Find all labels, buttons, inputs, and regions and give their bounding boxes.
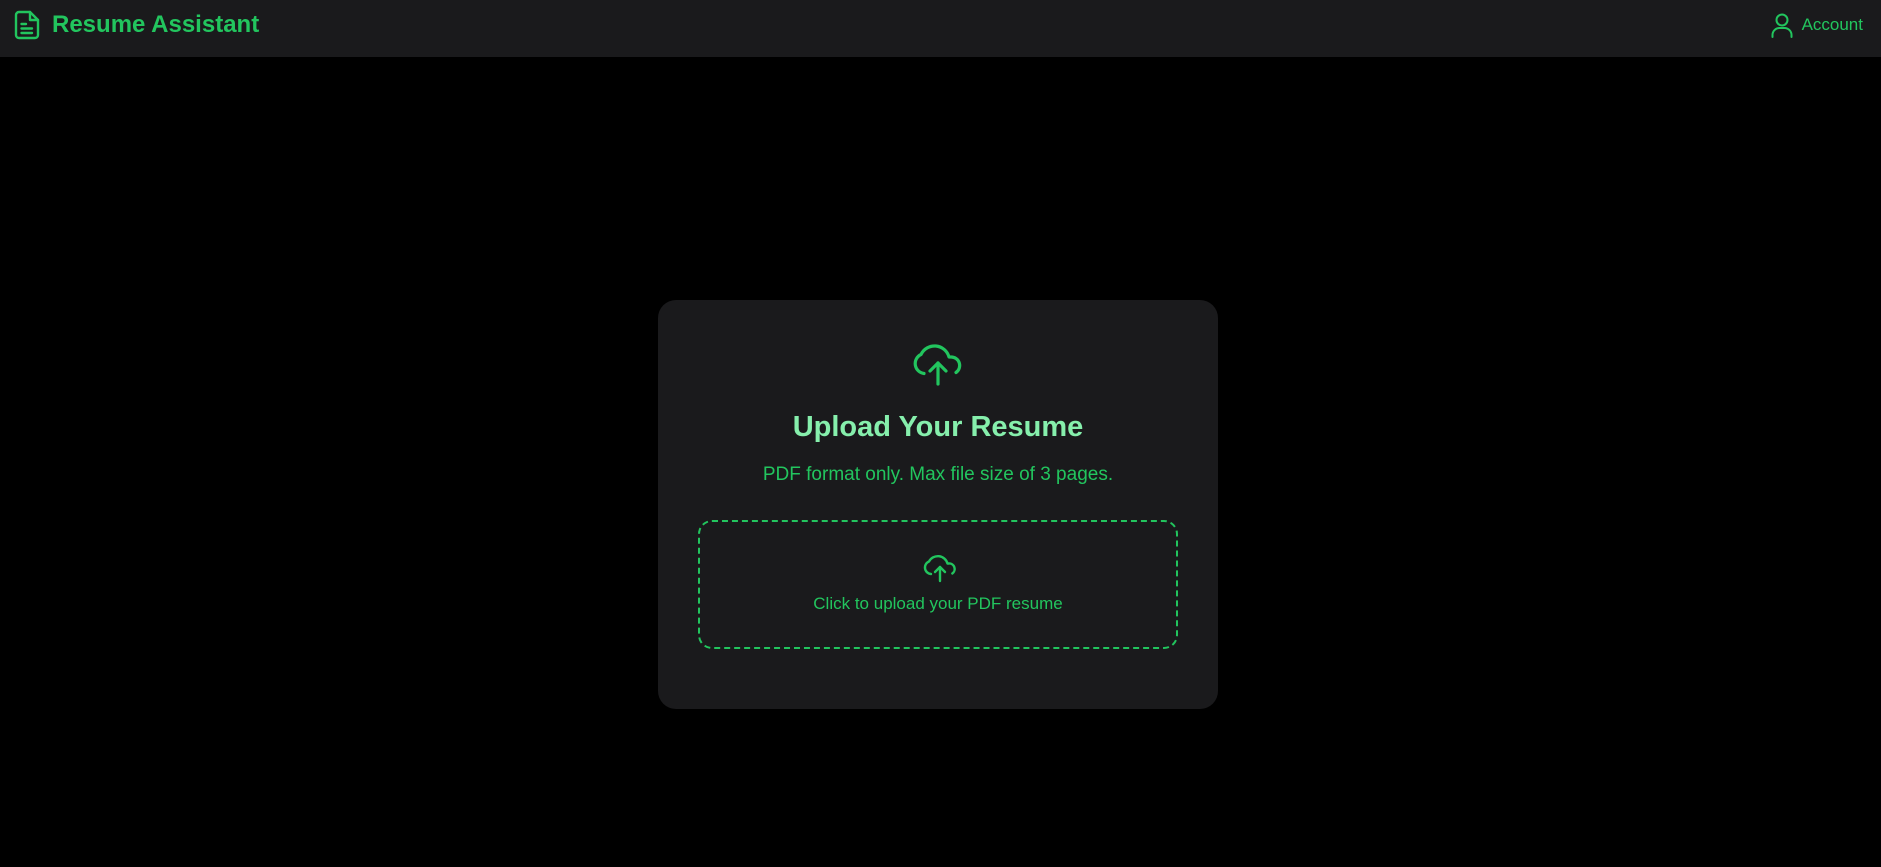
- account-label: Account: [1801, 15, 1863, 34]
- upload-card: Upload Your Resume PDF format only. Max …: [658, 300, 1218, 709]
- upload-title: Upload Your Resume: [792, 411, 1084, 443]
- cloud-upload-icon: [912, 341, 964, 387]
- upload-subtitle: PDF format only. Max file size of 3 page…: [762, 464, 1114, 485]
- pdf-upload-dropzone[interactable]: Click to upload your PDF resume: [698, 520, 1178, 649]
- app-brand[interactable]: Resume Assistant: [14, 10, 259, 39]
- cloud-upload-icon: [923, 553, 957, 583]
- top-header: Resume Assistant Account: [0, 0, 1881, 57]
- app-title: Resume Assistant: [52, 11, 260, 38]
- dropzone-label: Click to upload your PDF resume: [813, 594, 1063, 613]
- account-button[interactable]: Account: [1770, 12, 1863, 38]
- file-text-icon: [14, 10, 40, 40]
- user-icon: [1770, 12, 1794, 38]
